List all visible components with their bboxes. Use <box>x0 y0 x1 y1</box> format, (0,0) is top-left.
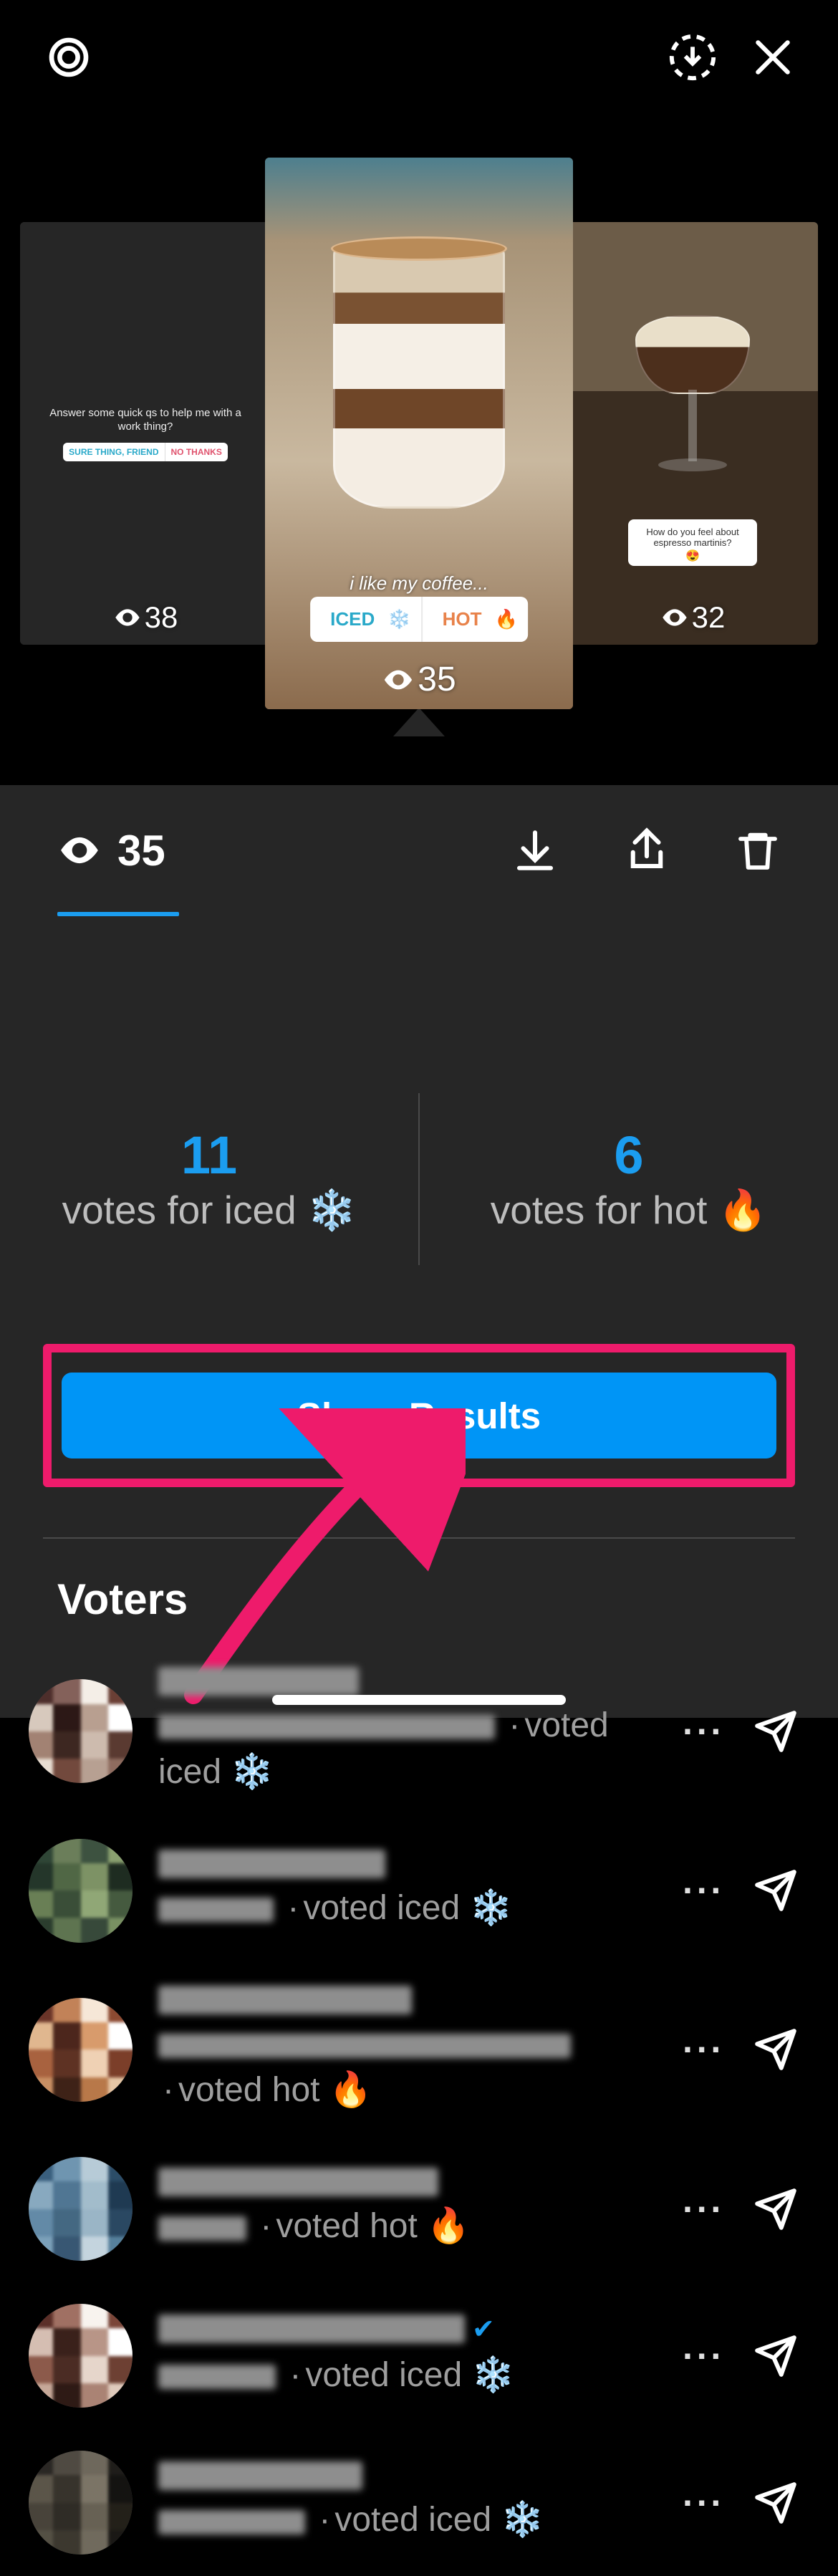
download-icon[interactable] <box>511 827 559 874</box>
story-current-views: 35 <box>418 660 456 699</box>
avatar[interactable] <box>29 2157 133 2261</box>
more-options-icon[interactable]: ··· <box>683 1711 725 1752</box>
voter-subtitle: ·voted iced ❄️ <box>158 1703 657 1796</box>
active-tab-indicator <box>57 912 179 916</box>
story-prev-question: Answer some quick qs to help me with a w… <box>40 406 251 434</box>
voters-heading: Voters <box>57 1575 838 1624</box>
send-message-icon[interactable] <box>753 2027 798 2072</box>
avatar[interactable] <box>29 2304 133 2408</box>
send-message-icon[interactable] <box>753 1709 798 1754</box>
poll-option-b[interactable]: 6 votes for hot 🔥 <box>420 1125 838 1234</box>
send-message-icon[interactable] <box>753 2334 798 2378</box>
poll-results-summary: 11 votes for iced ❄️ 6 votes for hot 🔥 <box>0 1093 838 1265</box>
story-next-question: How do you feel about espresso martinis?… <box>628 519 757 566</box>
voter-subtitle: ·voted hot 🔥 <box>158 2203 657 2250</box>
voter-subtitle: ·voted iced ❄️ <box>158 2352 657 2399</box>
voter-username <box>158 1850 385 1878</box>
poll-count-a: 11 <box>0 1125 418 1186</box>
view-count: 35 <box>117 826 165 875</box>
home-indicator <box>272 1695 566 1705</box>
voter-row[interactable]: ✔ ·voted iced ❄️ ··· <box>29 2282 798 2429</box>
close-icon[interactable] <box>751 35 795 80</box>
voter-username <box>158 1986 412 2014</box>
voter-subtitle: ·voted iced ❄️ <box>158 2497 657 2544</box>
poll-option-a[interactable]: 11 votes for iced ❄️ <box>0 1125 418 1234</box>
voter-row[interactable]: ·voted iced ❄️ ··· <box>29 2429 798 2576</box>
avatar[interactable] <box>29 1839 133 1943</box>
avatar[interactable] <box>29 1679 133 1783</box>
send-message-icon[interactable] <box>753 2481 798 2525</box>
avatar[interactable] <box>29 1998 133 2102</box>
viewers-tab[interactable]: 35 <box>57 826 165 875</box>
story-carousel: Answer some quick qs to help me with a w… <box>0 158 838 709</box>
share-icon[interactable] <box>623 827 670 874</box>
voter-username <box>158 2461 362 2490</box>
more-options-icon[interactable]: ··· <box>683 1870 725 1911</box>
poll-label-a: votes for iced ❄️ <box>0 1187 418 1234</box>
story-thumb-next[interactable]: How do you feel about espresso martinis?… <box>567 222 818 645</box>
voter-row[interactable]: ·voted iced ❄️ ··· <box>29 1645 798 1817</box>
more-options-icon[interactable]: ··· <box>683 2482 725 2524</box>
story-thumb-current[interactable]: i like my coffee... ICED ❄️ HOT 🔥 35 <box>265 158 573 709</box>
settings-gear-icon[interactable] <box>43 32 95 83</box>
divider <box>43 1537 795 1539</box>
more-options-icon[interactable]: ··· <box>683 2188 725 2230</box>
voter-username <box>158 1667 359 1696</box>
send-message-icon[interactable] <box>753 1868 798 1913</box>
more-options-icon[interactable]: ··· <box>683 2029 725 2070</box>
avatar[interactable] <box>29 2451 133 2555</box>
story-next-views: 32 <box>692 600 726 635</box>
more-options-icon[interactable]: ··· <box>683 2335 725 2377</box>
poll-label-b: votes for hot 🔥 <box>420 1187 838 1234</box>
voter-row[interactable]: ·voted iced ❄️ ··· <box>29 1817 798 1964</box>
poll-count-b: 6 <box>420 1125 838 1186</box>
voter-list: ·voted iced ❄️ ··· ·voted iced ❄️ ··· <box>0 1645 838 2576</box>
voter-row[interactable]: ·voted hot 🔥 ··· <box>29 2135 798 2282</box>
share-results-button[interactable]: Share Results <box>62 1373 776 1458</box>
save-story-icon[interactable] <box>668 32 718 82</box>
annotation-highlight: Share Results <box>43 1344 795 1487</box>
voter-subtitle: ·voted iced ❄️ <box>158 1885 657 1932</box>
voter-username <box>158 2315 465 2343</box>
trash-icon[interactable] <box>735 827 781 873</box>
voter-username <box>158 2168 438 2196</box>
story-caption: i like my coffee... <box>265 572 573 595</box>
story-thumb-prev[interactable]: Answer some quick qs to help me with a w… <box>20 222 271 645</box>
send-message-icon[interactable] <box>753 2187 798 2231</box>
voter-row[interactable]: ·voted hot 🔥 ··· <box>29 1964 798 2136</box>
story-prev-views: 38 <box>145 600 178 635</box>
story-prev-options: SURE THING, FRIEND NO THANKS <box>63 443 228 461</box>
verified-badge-icon: ✔ <box>472 2313 495 2345</box>
story-poll-options: ICED ❄️ HOT 🔥 <box>310 597 528 642</box>
voter-subtitle: ·voted hot 🔥 <box>158 2022 657 2115</box>
